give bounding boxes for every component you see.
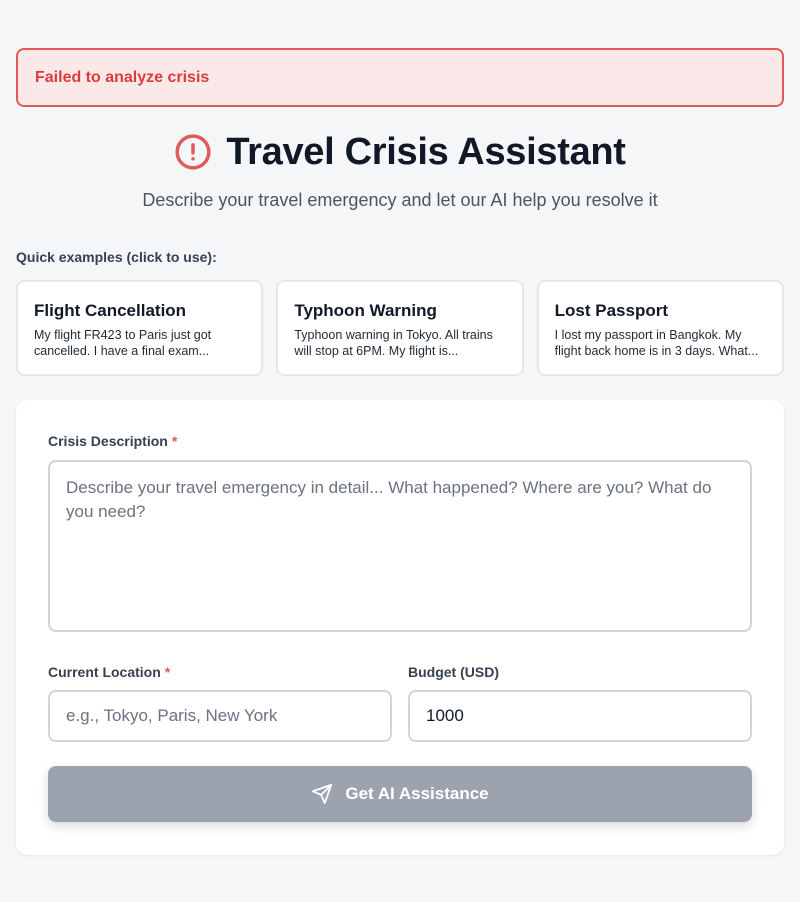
current-location-label-text: Current Location [48, 664, 161, 680]
required-mark: * [164, 664, 171, 680]
error-message: Failed to analyze crisis [35, 68, 210, 86]
example-description: Typhoon warning in Tokyo. All trains wil… [294, 328, 493, 358]
example-card-lost-passport[interactable]: Lost Passport I lost my passport in Bang… [536, 280, 784, 376]
current-location-input[interactable] [48, 690, 392, 742]
example-title: Flight Cancellation [34, 301, 187, 320]
crisis-description-label-text: Crisis Description [48, 433, 168, 449]
send-icon [312, 783, 333, 805]
crisis-description-label: Crisis Description * [48, 433, 177, 449]
crisis-description-textarea[interactable] [48, 460, 752, 632]
current-location-label: Current Location * [48, 664, 170, 680]
example-cards: Flight Cancellation My flight FR423 to P… [16, 280, 784, 376]
example-title: Lost Passport [554, 301, 669, 320]
error-banner: Failed to analyze crisis [16, 48, 784, 107]
crisis-form: Crisis Description* Current Location* Bu… [16, 400, 784, 855]
example-title: Typhoon Warning [294, 301, 437, 320]
budget-label-text: Budget (USD) [408, 664, 499, 680]
budget-input[interactable] [408, 690, 752, 742]
example-description: I lost my passport in Bangkok. My flight… [554, 328, 759, 358]
get-ai-assistance-button[interactable]: Get AI Assistance [48, 766, 752, 822]
example-card-typhoon-warning[interactable]: Typhoon Warning Typhoon warning in Tokyo… [276, 280, 524, 376]
required-mark: * [171, 433, 178, 449]
examples-label: Quick examples (click to use): [16, 249, 217, 265]
page-title: Travel Crisis Assistant [226, 130, 626, 173]
page-header: Travel Crisis Assistant [0, 128, 800, 176]
example-card-flight-cancellation[interactable]: Flight Cancellation My flight FR423 to P… [16, 280, 264, 376]
alert-circle-icon [175, 134, 211, 170]
example-description: My flight FR423 to Paris just got cancel… [34, 328, 212, 358]
budget-label: Budget (USD) [408, 664, 499, 680]
submit-button-label: Get AI Assistance [345, 784, 489, 803]
page-subtitle: Describe your travel emergency and let o… [142, 190, 658, 210]
